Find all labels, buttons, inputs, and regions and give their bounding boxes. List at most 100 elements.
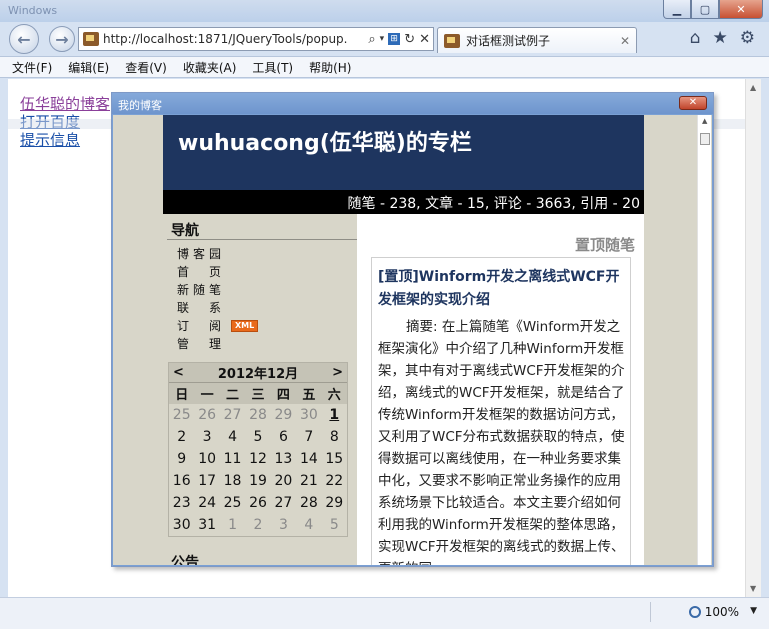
calendar-day[interactable]: 29: [271, 404, 296, 426]
zoom-dropdown-icon[interactable]: ▼: [750, 606, 757, 616]
calendar-day[interactable]: 5: [322, 514, 347, 536]
nav-item-label: 订 阅: [177, 319, 226, 333]
calendar-day[interactable]: 26: [194, 404, 219, 426]
back-button[interactable]: ←: [9, 24, 39, 54]
calendar-day[interactable]: 2: [245, 514, 270, 536]
calendar-day[interactable]: 8: [322, 426, 347, 448]
nav-item-label: 首 页: [177, 265, 226, 279]
calendar-day[interactable]: 22: [322, 470, 347, 492]
calendar-prev-button[interactable]: <: [173, 365, 184, 380]
calendar-day[interactable]: 30: [169, 514, 194, 536]
home-icon[interactable]: ⌂: [690, 28, 701, 48]
calendar-day[interactable]: 27: [271, 492, 296, 514]
calendar-day[interactable]: 9: [169, 448, 194, 470]
nav-item-home[interactable]: 首 页: [177, 263, 258, 281]
dialog-scrollbar[interactable]: ▲: [697, 115, 711, 565]
scroll-down-icon[interactable]: ▼: [750, 584, 756, 593]
dialog-title: 我的博客: [118, 99, 162, 112]
calendar-day[interactable]: 16: [169, 470, 194, 492]
address-url[interactable]: http://localhost:1871/JQueryTools/popup.: [103, 32, 351, 46]
tools-gear-icon[interactable]: ⚙: [740, 28, 755, 48]
dialog-close-button[interactable]: ✕: [679, 96, 707, 110]
calendar-day[interactable]: 3: [271, 514, 296, 536]
calendar-day[interactable]: 10: [194, 448, 219, 470]
calendar-day[interactable]: 4: [220, 426, 245, 448]
blog-main: 置顶随笔 [置顶]Winform开发之离线式WCF开发框架的实现介绍 摘要: 在…: [357, 214, 644, 565]
calendar-day[interactable]: 11: [220, 448, 245, 470]
forward-arrow-icon: →: [55, 29, 69, 49]
scroll-thumb[interactable]: [700, 133, 710, 145]
calendar-day[interactable]: 31: [194, 514, 219, 536]
menu-file[interactable]: 文件(F): [12, 59, 52, 76]
blog-sidebar: 导航 博客园 首 页 新随笔 联 系 订 阅 XML 管 理 < 2012年12月…: [163, 214, 357, 565]
scroll-up-icon[interactable]: ▲: [750, 83, 756, 92]
calendar-day[interactable]: 2: [169, 426, 194, 448]
menu-view[interactable]: 查看(V): [125, 59, 167, 76]
nav-item-cnblogs[interactable]: 博客园: [177, 245, 258, 263]
blog-title[interactable]: wuhuacong(伍华聪)的专栏: [178, 125, 472, 157]
calendar-day[interactable]: 17: [194, 470, 219, 492]
tab-close-icon[interactable]: ✕: [620, 34, 630, 48]
search-icon[interactable]: ⌕: [368, 32, 375, 47]
menu-help[interactable]: 帮助(H): [309, 59, 351, 76]
maximize-button[interactable]: ▢: [691, 0, 719, 19]
calendar-day[interactable]: 27: [220, 404, 245, 426]
calendar-day[interactable]: 30: [296, 404, 321, 426]
window-titlebar: Windows ▁ ▢ ✕: [0, 0, 769, 22]
blog-stats: 随笔 - 238, 文章 - 15, 评论 - 3663, 引用 - 20: [347, 196, 641, 212]
calendar-day[interactable]: 6: [271, 426, 296, 448]
calendar-day[interactable]: 3: [194, 426, 219, 448]
close-window-button[interactable]: ✕: [719, 0, 763, 19]
calendar-day[interactable]: 14: [296, 448, 321, 470]
calendar-day[interactable]: 18: [220, 470, 245, 492]
link-blog[interactable]: 伍华聪的博客: [20, 95, 110, 113]
calendar-day[interactable]: 26: [245, 492, 270, 514]
page-viewport: 伍华聪的博客 打开百度 提示信息 我的博客 ✕ wuhuacong(伍华聪)的专…: [8, 79, 761, 597]
page-favicon-icon: [83, 32, 99, 46]
calendar-day[interactable]: 7: [296, 426, 321, 448]
calendar-day[interactable]: 15: [322, 448, 347, 470]
nav-item-label: 联 系: [177, 301, 226, 315]
zoom-control[interactable]: 100%: [688, 605, 739, 619]
tab-dialog-test[interactable]: 对话框测试例子 ✕: [437, 27, 637, 53]
calendar-day[interactable]: 4: [296, 514, 321, 536]
calendar-day[interactable]: 24: [194, 492, 219, 514]
calendar-day[interactable]: 1: [220, 514, 245, 536]
minimize-button[interactable]: ▁: [663, 0, 691, 19]
calendar-day[interactable]: 12: [245, 448, 270, 470]
compatibility-view-icon[interactable]: ⊞: [388, 33, 401, 45]
calendar-next-button[interactable]: >: [332, 365, 343, 380]
dropdown-arrow-icon[interactable]: ▾: [380, 34, 385, 44]
scroll-up-icon[interactable]: ▲: [702, 117, 707, 125]
address-bar[interactable]: http://localhost:1871/JQueryTools/popup.…: [78, 27, 434, 51]
calendar-day[interactable]: 13: [271, 448, 296, 470]
calendar-day[interactable]: 25: [220, 492, 245, 514]
calendar-day[interactable]: 23: [169, 492, 194, 514]
favorites-star-icon[interactable]: ★: [713, 28, 728, 48]
calendar-day[interactable]: 19: [245, 470, 270, 492]
menu-favorites[interactable]: 收藏夹(A): [183, 59, 237, 76]
dialog-titlebar[interactable]: 我的博客 ✕: [112, 93, 713, 114]
nav-item-manage[interactable]: 管 理: [177, 335, 258, 353]
calendar-day[interactable]: 21: [296, 470, 321, 492]
calendar-day[interactable]: 25: [169, 404, 194, 426]
refresh-icon[interactable]: ↻: [404, 32, 415, 47]
calendar-day[interactable]: 1: [322, 404, 347, 426]
post-title[interactable]: [置顶]Winform开发之离线式WCF开发框架的实现介绍: [378, 266, 628, 312]
nav-item-subscribe[interactable]: 订 阅 XML: [177, 317, 259, 335]
calendar-day[interactable]: 5: [245, 426, 270, 448]
page-scrollbar[interactable]: ▲ ▼: [745, 79, 761, 597]
divider: [167, 239, 357, 240]
forward-button[interactable]: →: [49, 26, 75, 52]
link-info[interactable]: 提示信息: [20, 131, 110, 149]
calendar-day[interactable]: 20: [271, 470, 296, 492]
xml-feed-icon[interactable]: XML: [231, 320, 259, 332]
calendar-day[interactable]: 29: [322, 492, 347, 514]
menu-tools[interactable]: 工具(T): [252, 59, 293, 76]
nav-item-contact[interactable]: 联 系: [177, 299, 258, 317]
calendar-day[interactable]: 28: [296, 492, 321, 514]
calendar-day[interactable]: 28: [245, 404, 270, 426]
stop-icon[interactable]: ✕: [419, 32, 430, 47]
menu-edit[interactable]: 编辑(E): [68, 59, 109, 76]
nav-item-new-post[interactable]: 新随笔: [177, 281, 258, 299]
